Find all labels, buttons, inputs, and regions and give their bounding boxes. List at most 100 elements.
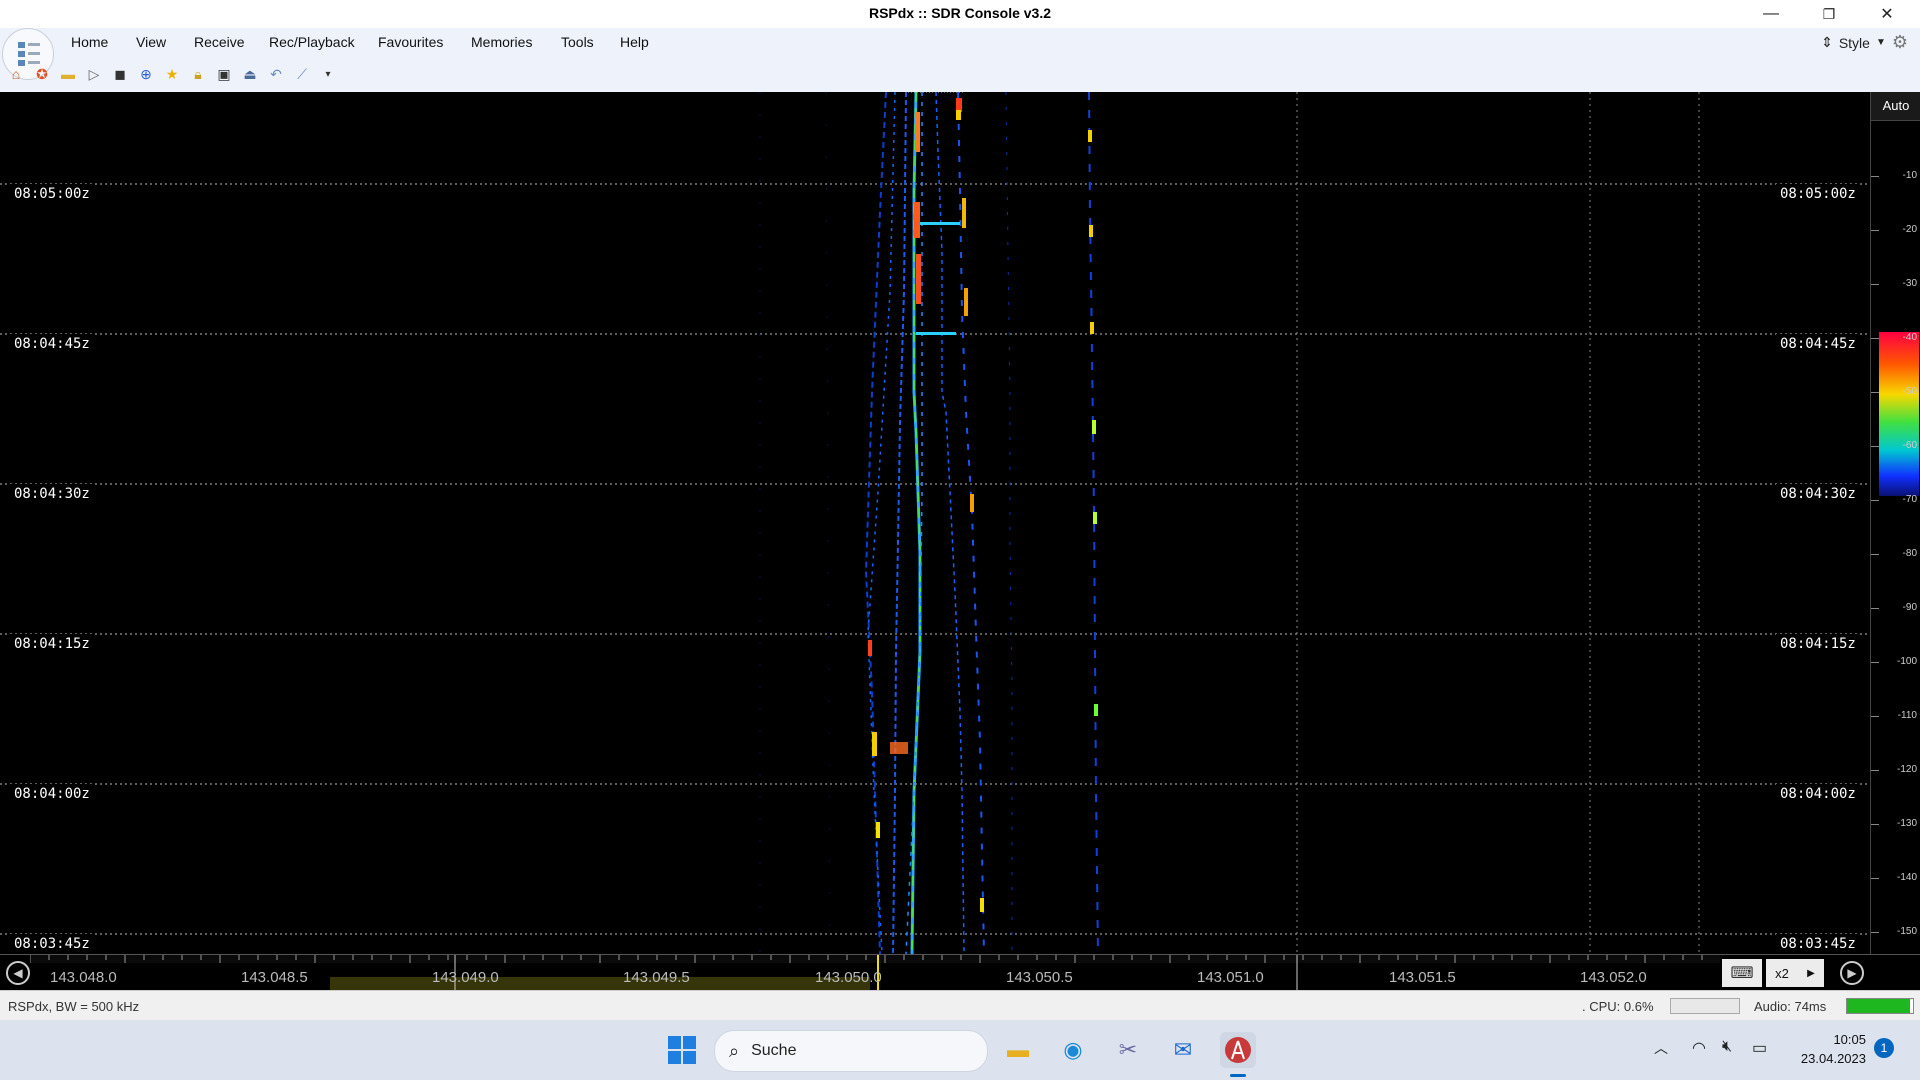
db-tick-label: -140 xyxy=(1896,872,1917,883)
clock-date: 23.04.2023 xyxy=(1800,1051,1866,1066)
window-title: RSPdx :: SDR Console v3.2 xyxy=(868,5,1052,21)
toolbar-dropdown-icon[interactable]: ▾ xyxy=(318,64,338,84)
star-icon[interactable]: ★ xyxy=(162,64,182,84)
menu-home[interactable]: Home xyxy=(71,34,108,50)
zoom-selector[interactable]: x2 ▶ xyxy=(1766,959,1824,987)
freq-label-3: 143.049.0 xyxy=(432,969,499,986)
menu-view[interactable]: View xyxy=(136,34,166,50)
folder-icon[interactable]: ▬ xyxy=(58,64,78,84)
freq-label-6: 143.050.5 xyxy=(1006,969,1073,986)
sdr-app-icon xyxy=(1225,1037,1251,1063)
freq-label-8: 143.051.5 xyxy=(1389,969,1456,986)
status-audio: Audio: 74ms xyxy=(1754,999,1827,1014)
menu-toolbar-area: Home View Receive Rec/Playback Favourite… xyxy=(0,28,1920,92)
time-label-left-5: 08:04:00z xyxy=(10,784,94,804)
signal-traces xyxy=(759,92,1099,954)
play-icon[interactable]: ▷ xyxy=(84,64,104,84)
add-icon[interactable]: ⊕ xyxy=(136,64,156,84)
style-label: Style xyxy=(1838,34,1870,51)
close-button[interactable]: ✕ xyxy=(1858,0,1916,28)
windows-logo xyxy=(668,1036,696,1064)
undo-icon[interactable]: ↶ xyxy=(266,64,286,84)
time-label-left-2: 08:04:45z xyxy=(10,334,94,354)
db-tick-line xyxy=(1871,932,1879,933)
scroll-left-button[interactable]: ◀ xyxy=(6,961,30,985)
speaker-muted-icon[interactable]: 🔇︎ xyxy=(1722,1038,1732,1056)
chart-icon[interactable]: ⟋ xyxy=(292,64,312,84)
sdr-console-taskbar-icon[interactable] xyxy=(1220,1032,1256,1068)
db-tick-label: -120 xyxy=(1896,764,1917,775)
minimize-button[interactable]: — xyxy=(1742,0,1800,28)
snipping-tool-icon[interactable]: ✂ xyxy=(1110,1032,1146,1068)
sdr-console-window: RSPdx :: SDR Console v3.2 — ❐ ✕ Home Vie… xyxy=(0,0,1920,1080)
freq-label-7: 143.051.0 xyxy=(1197,969,1264,986)
home-icon[interactable]: ⌂ xyxy=(6,64,26,84)
db-tick-line xyxy=(1871,878,1879,879)
menu-favourites[interactable]: Favourites xyxy=(378,34,443,50)
edge-browser-icon[interactable]: ◉ xyxy=(1055,1032,1091,1068)
db-tick-label: -20 xyxy=(1902,224,1917,235)
db-tick-line xyxy=(1871,716,1879,717)
db-tick-line xyxy=(1871,608,1879,609)
db-tick-line xyxy=(1871,824,1879,825)
stop-icon[interactable]: ◼ xyxy=(110,64,130,84)
gear-icon[interactable]: ⚙ xyxy=(1892,32,1908,53)
freq-label-1: 143.048.0 xyxy=(50,969,117,986)
db-tick-line xyxy=(1871,662,1879,663)
frequency-axis[interactable]: ◀ 143.048.0 143.048.5 143.049.0 143.049.… xyxy=(0,954,1920,991)
file-explorer-icon[interactable]: ▬ xyxy=(1000,1032,1036,1068)
db-tick-label: -30 xyxy=(1902,278,1917,289)
menu-tools[interactable]: Tools xyxy=(561,34,594,50)
db-scale[interactable]: Auto -10 -20 -30 -40 -50 -60 -70 -80 -90 -100 -110… xyxy=(1870,92,1920,954)
waterfall-display[interactable]: 08:05:00z 08:04:45z 08:04:30z 08:04:15z … xyxy=(0,92,1870,954)
taskbar-clock[interactable]: 10:05 23.04.2023 xyxy=(1801,1030,1866,1068)
windows-start-icon[interactable] xyxy=(664,1032,700,1068)
taskbar-search[interactable]: ⌕ Suche xyxy=(714,1030,988,1072)
zoom-label: x2 xyxy=(1775,965,1789,981)
lock-icon[interactable]: 🔒︎ xyxy=(188,64,208,84)
antenna-icon[interactable]: ⏏ xyxy=(240,64,260,84)
auto-scale-button[interactable]: Auto xyxy=(1871,92,1920,121)
time-label-left-3: 08:04:30z xyxy=(10,484,94,504)
audio-meter-fill xyxy=(1847,999,1911,1013)
menu-help[interactable]: Help xyxy=(620,34,649,50)
db-tick-line xyxy=(1871,446,1879,447)
freq-label-9: 143.052.0 xyxy=(1580,969,1647,986)
chevron-up-icon[interactable]: ︿ xyxy=(1654,1038,1668,1058)
db-tick-label: -80 xyxy=(1902,548,1917,559)
db-tick-line xyxy=(1871,392,1879,393)
db-tick-label: -70 xyxy=(1902,494,1917,505)
db-tick-label: -40 xyxy=(1902,332,1917,343)
scroll-right-button[interactable]: ▶ xyxy=(1840,961,1864,985)
status-device: RSPdx, BW = 500 kHz xyxy=(8,999,140,1014)
menu-receive[interactable]: Receive xyxy=(194,34,245,50)
battery-icon[interactable]: ▭ xyxy=(1752,1038,1767,1058)
time-label-left-4: 08:04:15z xyxy=(10,634,94,654)
search-placeholder: Suche xyxy=(751,1042,797,1059)
db-tick-line xyxy=(1871,230,1879,231)
status-bar: RSPdx, BW = 500 kHz . CPU: 0.6% Audio: 7… xyxy=(0,990,1920,1021)
wifi-icon[interactable]: ◠ xyxy=(1692,1038,1706,1058)
time-label-left-6: 08:03:45z xyxy=(10,934,94,954)
notification-badge[interactable]: 1 xyxy=(1874,1038,1894,1058)
keyboard-icon[interactable]: ⌨ xyxy=(1722,959,1762,987)
freq-label-4: 143.049.5 xyxy=(623,969,690,986)
time-label-right-6: 08:03:45z xyxy=(1776,934,1860,954)
db-tick-line xyxy=(1871,338,1879,339)
status-cpu: . CPU: 0.6% xyxy=(1582,999,1654,1014)
time-label-right-4: 08:04:15z xyxy=(1776,634,1860,654)
menu-memories[interactable]: Memories xyxy=(471,34,532,50)
db-tick-label: -150 xyxy=(1896,926,1917,937)
camera-icon[interactable]: ▣ xyxy=(214,64,234,84)
style-control[interactable]: ⇕ Style ▼ ⚙ xyxy=(1821,32,1908,53)
mail-icon[interactable]: ✉ xyxy=(1165,1032,1201,1068)
menu-rec-playback[interactable]: Rec/Playback xyxy=(269,34,355,50)
restore-button[interactable]: ❐ xyxy=(1800,0,1858,28)
quick-toolbar: ⌂ ✪ ▬ ▷ ◼ ⊕ ★ 🔒︎ ▣ ⏏ ↶ ⟋ ▾ xyxy=(6,62,338,86)
lifebuoy-icon[interactable]: ✪ xyxy=(32,64,52,84)
db-tick-label: -60 xyxy=(1902,440,1917,451)
waterfall-canvas xyxy=(0,92,1870,954)
color-gradient-bar[interactable] xyxy=(1879,332,1919,496)
db-tick-label: -100 xyxy=(1896,656,1917,667)
clock-time: 10:05 xyxy=(1833,1032,1866,1047)
